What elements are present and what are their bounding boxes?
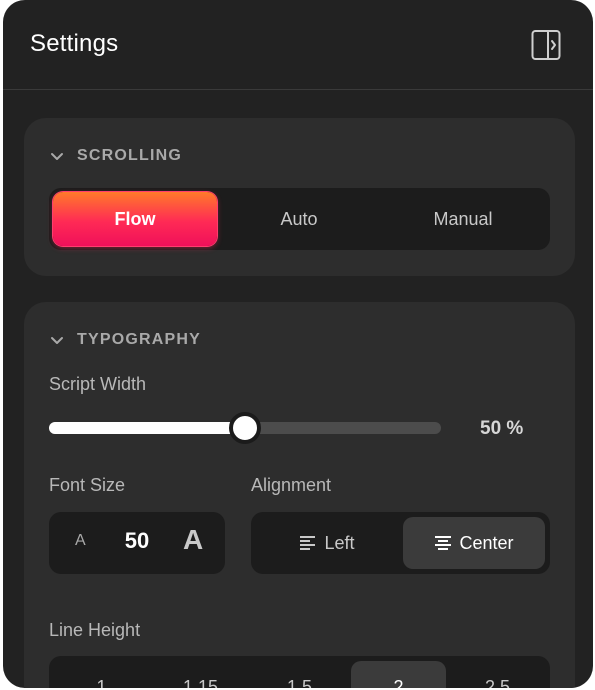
alignment-option-left-label: Left bbox=[324, 532, 355, 553]
decrease-font-size-button[interactable]: A bbox=[75, 532, 86, 550]
script-width-slider-thumb[interactable] bbox=[229, 412, 261, 444]
typography-section-label: TYPOGRAPHY bbox=[77, 331, 202, 348]
page-title: Settings bbox=[30, 30, 119, 57]
script-width-value: 50 % bbox=[480, 418, 524, 439]
collapse-panel-button[interactable] bbox=[531, 29, 561, 61]
settings-panel: Settings SCROLLING Flow Auto Manual TYPO… bbox=[3, 0, 593, 688]
settings-header: Settings bbox=[3, 0, 593, 90]
sidebar-collapse-icon bbox=[531, 30, 561, 60]
line-height-option-1-5[interactable]: 1.5 bbox=[252, 661, 347, 689]
align-center-icon bbox=[435, 536, 452, 550]
alignment-label: Alignment bbox=[251, 475, 332, 495]
script-width-slider[interactable] bbox=[49, 412, 441, 444]
chevron-down-icon bbox=[51, 337, 63, 344]
scrolling-card: SCROLLING Flow Auto Manual bbox=[24, 118, 575, 276]
scrolling-option-auto[interactable]: Auto bbox=[217, 188, 381, 250]
increase-font-size-button[interactable]: A bbox=[183, 524, 203, 556]
script-width-slider-fill bbox=[49, 422, 245, 434]
line-height-option-1-15[interactable]: 1.15 bbox=[153, 661, 248, 689]
alignment-option-center-label: Center bbox=[459, 532, 514, 553]
typography-card: TYPOGRAPHY Script Width 50 % Font Size A… bbox=[24, 302, 575, 688]
alignment-option-left[interactable]: Left bbox=[256, 517, 398, 569]
line-height-selector: 1 1.15 1.5 2 2.5 bbox=[49, 656, 550, 688]
scrolling-option-flow[interactable]: Flow bbox=[53, 192, 217, 246]
alignment-option-center[interactable]: Center bbox=[403, 517, 545, 569]
line-height-option-2[interactable]: 2 bbox=[351, 661, 446, 688]
line-height-option-1[interactable]: 1 bbox=[54, 661, 149, 689]
typography-section-toggle[interactable]: TYPOGRAPHY bbox=[49, 330, 201, 350]
scrolling-section-toggle[interactable]: SCROLLING bbox=[49, 146, 182, 166]
line-height-label: Line Height bbox=[49, 620, 141, 640]
font-size-value: 50 bbox=[124, 528, 150, 553]
scrolling-mode-selector: Flow Auto Manual bbox=[49, 188, 550, 250]
font-size-label: Font Size bbox=[49, 475, 126, 495]
font-size-stepper: A 50 A bbox=[49, 512, 225, 574]
scrolling-option-manual[interactable]: Manual bbox=[381, 188, 545, 250]
chevron-down-icon bbox=[51, 153, 63, 160]
line-height-option-2-5[interactable]: 2.5 bbox=[450, 661, 545, 689]
alignment-selector: Left Center bbox=[251, 512, 550, 574]
script-width-label: Script Width bbox=[49, 374, 147, 394]
scrolling-section-label: SCROLLING bbox=[77, 147, 183, 164]
align-left-icon bbox=[300, 536, 316, 550]
